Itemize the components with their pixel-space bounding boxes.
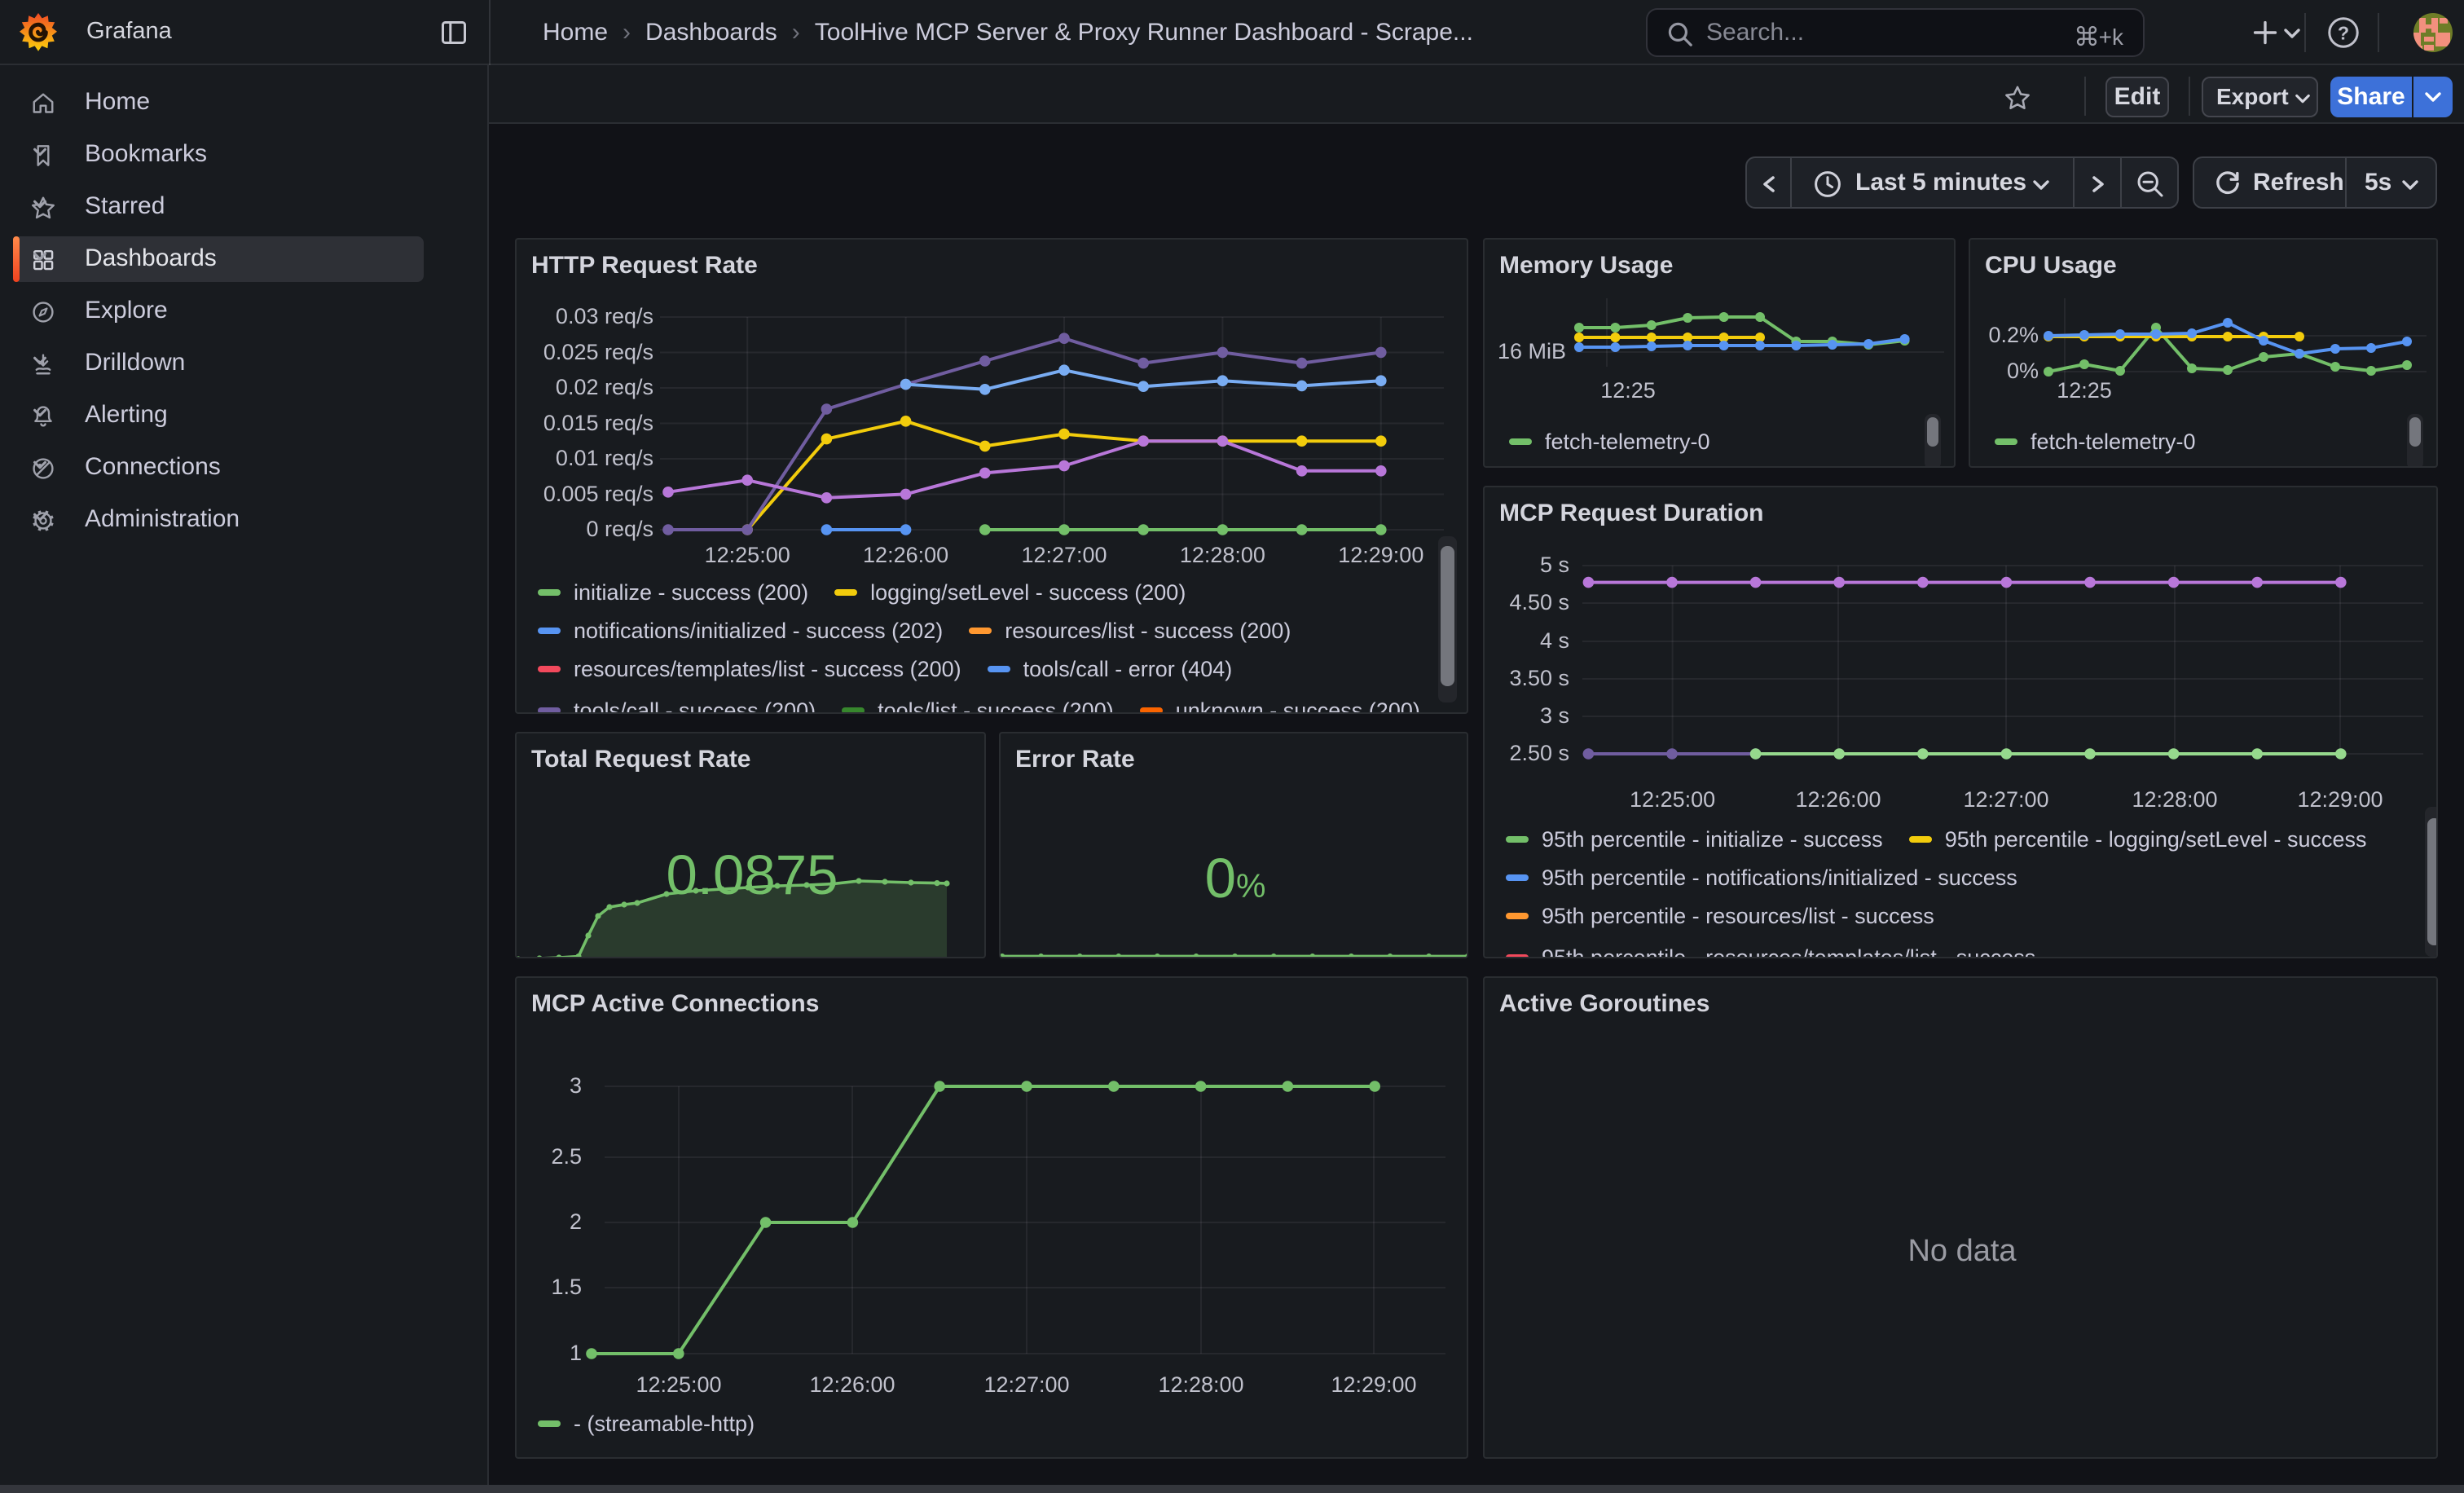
svg-text:?: ? (2338, 22, 2349, 43)
